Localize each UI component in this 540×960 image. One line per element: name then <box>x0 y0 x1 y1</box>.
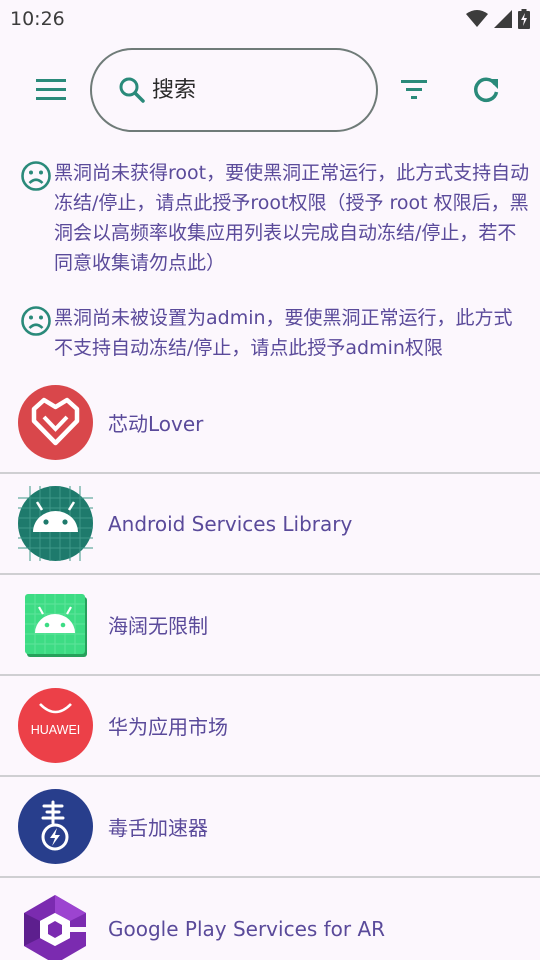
app-row-xindong-lover[interactable]: 芯动Lover <box>0 373 540 474</box>
app-row-dushe-accelerator[interactable]: 毒舌加速器 <box>0 777 540 878</box>
app-row-android-services-library[interactable]: Android Services Library <box>0 474 540 575</box>
android-icon <box>18 486 93 561</box>
app-row-haikuo[interactable]: 海阔无限制 <box>0 575 540 676</box>
menu-icon <box>36 79 66 100</box>
huawei-icon: HUAWEI <box>18 688 93 763</box>
app-name: Google Play Services for AR <box>108 916 386 941</box>
wifi-icon <box>466 10 488 27</box>
sad-face-icon <box>21 161 51 191</box>
admin-permission-notice[interactable]: 黑洞尚未被设置为admin，要使黑洞正常运行，此方式不支持自动冻结/停止，请点此… <box>20 303 530 363</box>
toolbar <box>0 48 540 132</box>
arcore-icon <box>24 895 86 960</box>
status-bar: 10:26 <box>0 0 540 38</box>
root-notice-text: 黑洞尚未获得root，要使黑洞正常运行，此方式支持自动冻结/停止，请点此授予ro… <box>54 162 530 274</box>
signal-icon <box>494 10 512 28</box>
status-time: 10:26 <box>10 8 65 30</box>
app-row-google-play-services-ar[interactable]: Google Play Services for AR <box>0 878 540 960</box>
app-name: 芯动Lover <box>108 412 204 436</box>
status-icons <box>466 9 530 29</box>
filter-icon <box>401 80 427 99</box>
filter-button[interactable] <box>399 75 431 105</box>
heart-app-icon <box>18 385 93 460</box>
app-row-huawei-appgallery[interactable]: HUAWEI 华为应用市场 <box>0 676 540 777</box>
search-input[interactable] <box>152 77 352 103</box>
refresh-icon <box>474 77 499 102</box>
menu-button[interactable] <box>36 74 72 106</box>
search-icon <box>119 77 145 103</box>
app-name: Android Services Library <box>108 511 353 536</box>
app-name: 海阔无限制 <box>108 614 208 638</box>
app-list: 芯动Lover Android Services Library 海阔无限制 H… <box>0 373 540 960</box>
app-name: 华为应用市场 <box>108 715 228 739</box>
admin-notice-text: 黑洞尚未被设置为admin，要使黑洞正常运行，此方式不支持自动冻结/停止，请点此… <box>54 307 513 359</box>
refresh-button[interactable] <box>471 75 503 107</box>
android-icon <box>25 594 87 657</box>
accelerator-icon <box>18 789 93 864</box>
root-permission-notice[interactable]: 黑洞尚未获得root，要使黑洞正常运行，此方式支持自动冻结/停止，请点此授予ro… <box>20 158 530 278</box>
search-box[interactable] <box>90 48 378 132</box>
huawei-icon-text: HUAWEI <box>31 723 81 737</box>
sad-face-icon <box>21 306 51 336</box>
battery-icon <box>518 9 530 29</box>
app-name: 毒舌加速器 <box>108 816 208 840</box>
